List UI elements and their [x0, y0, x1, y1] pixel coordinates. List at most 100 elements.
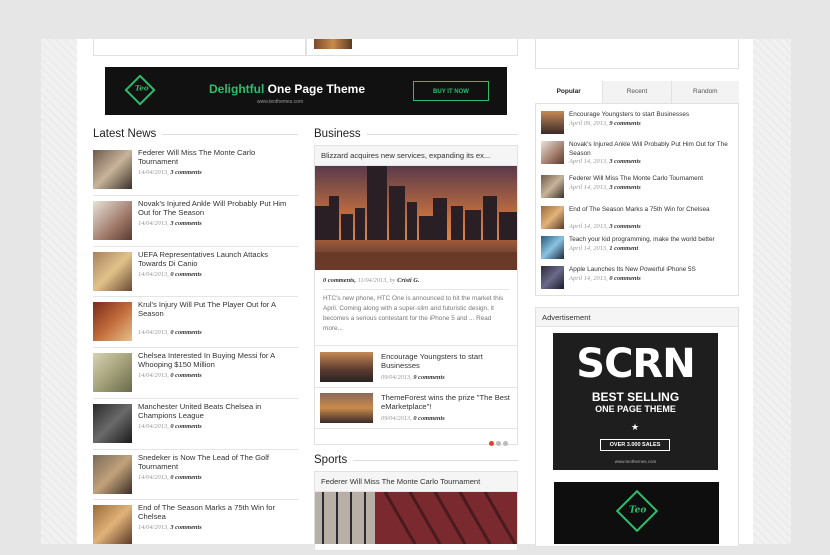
news-thumbnail[interactable]	[93, 302, 132, 341]
popular-meta: April 14, 2013, 1 comment	[569, 245, 639, 252]
popular-title[interactable]: Encourage Youngsters to start Businesses	[569, 111, 737, 120]
sports-heading: Sports	[314, 453, 518, 467]
latest-news-heading: Latest News	[93, 127, 298, 141]
popular-meta: April 09, 2013, 9 comments	[569, 120, 641, 127]
divider	[93, 246, 298, 247]
sports-featured-title[interactable]: Federer Will Miss The Monte Carlo Tourna…	[315, 472, 517, 492]
top-post-card-left	[93, 39, 306, 56]
divider	[93, 499, 298, 500]
business-featured-title[interactable]: Blizzard acquires new services, expandin…	[315, 146, 517, 166]
popular-item: Encourage Youngsters to start Businesses…	[541, 111, 736, 137]
news-meta: 14/04/2013, 3 comments	[138, 220, 202, 227]
business-excerpt: HTC's new phone, HTC One is announced to…	[323, 295, 504, 332]
popular-thumbnail[interactable]	[541, 175, 564, 198]
popular-item: End of The Season Marks a 75th Win for C…	[541, 206, 736, 232]
teo-ad[interactable]: Teo	[554, 482, 719, 544]
business-featured-meta: 0 comments, 11/04/2013, by Cristi G.	[323, 277, 420, 284]
scrn-site: www.teothemes.com	[614, 459, 657, 464]
tab-recent[interactable]: Recent	[602, 81, 671, 103]
divider	[93, 347, 298, 348]
news-title[interactable]: Snedeker is Now The Lead of The Golf Tou…	[138, 453, 288, 471]
news-title[interactable]: Federer Will Miss The Monte Carlo Tourna…	[138, 148, 288, 166]
featured-author-link[interactable]: Cristi G.	[397, 277, 419, 284]
business-item-title-2[interactable]: ThemeForest wins the prize "The Best eMa…	[381, 393, 513, 411]
banner-site: www.teothemes.com	[257, 99, 304, 105]
popular-thumbnail[interactable]	[541, 141, 564, 164]
news-meta: 14/04/2013, 0 comments	[138, 372, 202, 379]
news-thumbnail[interactable]	[93, 404, 132, 443]
list-item: End of The Season Marks a 75th Win for C…	[93, 503, 298, 555]
tab-random[interactable]: Random	[670, 81, 739, 103]
business-item-title-1[interactable]: Encourage Youngsters to start Businesses	[381, 352, 511, 370]
news-title[interactable]: End of The Season Marks a 75th Win for C…	[138, 503, 288, 521]
slider-dot-1[interactable]	[489, 441, 494, 446]
popular-tabs: Popular Recent Random	[535, 81, 739, 104]
news-meta: 14/04/2013, 3 comments	[138, 524, 202, 531]
scrn-sales-badge: OVER 3.000 SALES	[600, 439, 670, 451]
popular-thumbnail[interactable]	[541, 266, 564, 289]
top-post-card-right	[306, 39, 518, 56]
popular-title[interactable]: End of The Season Marks a 75th Win for C…	[569, 206, 737, 215]
news-thumbnail[interactable]	[93, 505, 132, 544]
news-title[interactable]: Novak's Injured Ankle Will Probably Put …	[138, 199, 288, 217]
divider	[93, 195, 298, 196]
divider	[93, 398, 298, 399]
news-thumbnail[interactable]	[93, 150, 132, 189]
sports-featured-image[interactable]	[315, 492, 517, 544]
banner-headline: Delightful One Page Theme	[209, 82, 366, 96]
news-thumbnail[interactable]	[93, 455, 132, 494]
popular-item: Federer Will Miss The Monte Carlo Tourna…	[541, 175, 736, 201]
trophy-icon: ★	[630, 422, 640, 432]
popular-meta: April 14, 2013, 3 comments	[569, 184, 641, 191]
featured-comments-link[interactable]: 0 comments,	[323, 277, 356, 284]
news-thumbnail[interactable]	[93, 353, 132, 392]
list-item: Federer Will Miss The Monte Carlo Tourna…	[93, 148, 298, 200]
scrn-ad[interactable]: SCRN BEST SELLING ONE PAGE THEME ★ OVER …	[553, 333, 718, 470]
news-meta: 14/04/2013, 0 comments	[138, 423, 202, 430]
slider-dot-3[interactable]	[503, 441, 508, 446]
scrn-line2: ONE PAGE THEME	[595, 404, 676, 414]
popular-title[interactable]: Federer Will Miss The Monte Carlo Tourna…	[569, 175, 737, 184]
business-heading: Business	[314, 127, 518, 141]
buy-it-now-button[interactable]: BUY IT NOW	[413, 81, 489, 101]
list-item: Krul's Injury Will Put The Player Out fo…	[93, 300, 298, 352]
popular-thumbnail[interactable]	[541, 206, 564, 229]
news-title[interactable]: Manchester United Beats Chelsea in Champ…	[138, 402, 288, 420]
news-thumbnail[interactable]	[93, 201, 132, 240]
popular-thumbnail[interactable]	[541, 236, 564, 259]
tab-popular[interactable]: Popular	[535, 81, 603, 103]
popular-item: Teach your kid programming, make the wor…	[541, 236, 736, 262]
news-title[interactable]: Chelsea Interested In Buying Messi for A…	[138, 351, 288, 369]
popular-item: Apple Launches Its New Powerful iPhone 5…	[541, 266, 736, 292]
teo-logo-icon: Teo	[124, 74, 156, 106]
divider	[93, 296, 298, 297]
news-title[interactable]: UEFA Representatives Launch Attacks Towa…	[138, 250, 288, 268]
news-meta: 14/04/2013, 0 comments	[138, 474, 202, 481]
scrn-line1: BEST SELLING	[591, 390, 680, 404]
popular-item: Novak's Injured Ankle Will Probably Put …	[541, 141, 736, 167]
business-featured-image[interactable]	[315, 166, 517, 270]
banner-ad[interactable]: Teo Delightful One Page Theme www.teothe…	[105, 67, 507, 115]
sidebar-top-widget	[535, 39, 739, 69]
teo-ad-logo-icon: Teo	[615, 489, 659, 533]
scrn-logo: SCRN	[576, 341, 695, 387]
business-item-thumb-1[interactable]	[320, 352, 373, 382]
news-thumbnail[interactable]	[93, 252, 132, 291]
list-item: Manchester United Beats Chelsea in Champ…	[93, 402, 298, 454]
slider-dots[interactable]	[489, 433, 510, 451]
popular-thumbnail[interactable]	[541, 111, 564, 134]
popular-title[interactable]: Novak's Injured Ankle Will Probably Put …	[569, 141, 737, 158]
list-item: Snedeker is Now The Lead of The Golf Tou…	[93, 453, 298, 505]
slider-dot-2[interactable]	[496, 441, 501, 446]
popular-meta: April 14, 2013, 3 comments	[569, 158, 641, 165]
list-item: Novak's Injured Ankle Will Probably Put …	[93, 199, 298, 251]
business-item-meta-2: 09/04/2013, 0 comments	[381, 415, 445, 422]
list-item: Chelsea Interested In Buying Messi for A…	[93, 351, 298, 403]
top-post-thumbnail[interactable]	[314, 39, 352, 49]
popular-title[interactable]: Teach your kid programming, make the wor…	[569, 236, 737, 245]
divider	[93, 449, 298, 450]
news-title[interactable]: Krul's Injury Will Put The Player Out fo…	[138, 300, 288, 318]
business-item-thumb-2[interactable]	[320, 393, 373, 423]
news-meta: 14/04/2013, 0 comments	[138, 271, 202, 278]
popular-title[interactable]: Apple Launches Its New Powerful iPhone 5…	[569, 266, 737, 275]
